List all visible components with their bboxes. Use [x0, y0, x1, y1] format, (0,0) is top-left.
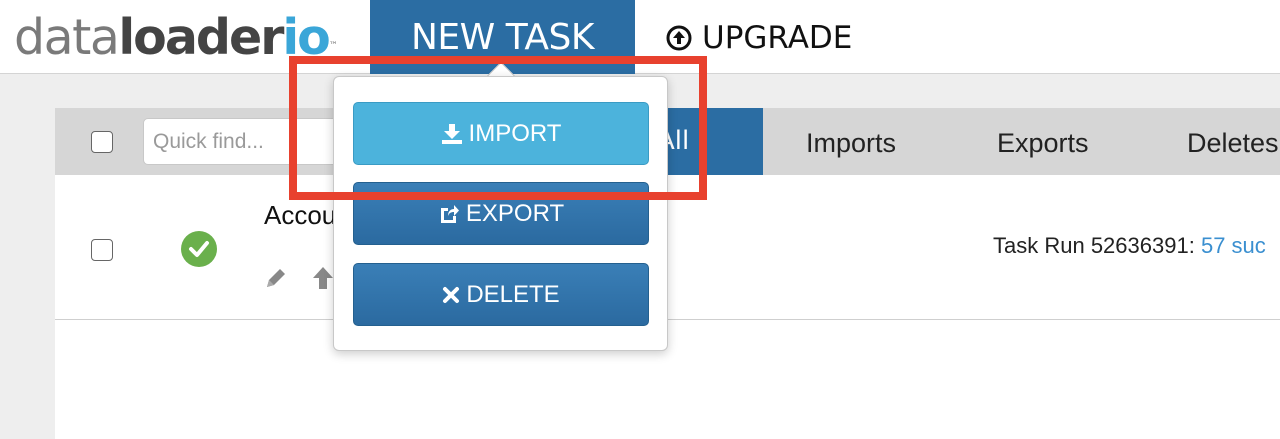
task-row-checkbox[interactable] [91, 239, 113, 261]
logo-text-loader: loader [118, 9, 284, 66]
task-run-result-link[interactable]: 57 suc [1201, 233, 1266, 258]
share-icon [440, 204, 459, 223]
logo-trademark: ™ [328, 41, 338, 51]
delete-button[interactable]: DELETE [353, 263, 649, 326]
tab-imports[interactable]: Imports [806, 108, 896, 175]
task-name[interactable]: Accou [264, 200, 336, 231]
tab-exports[interactable]: Exports [997, 108, 1089, 175]
upgrade-label: UPGRADE [702, 20, 853, 56]
upgrade-link[interactable]: UPGRADE [666, 18, 852, 58]
upgrade-arrow-icon [666, 25, 692, 51]
delete-label: DELETE [466, 280, 560, 308]
pencil-icon[interactable] [263, 265, 289, 291]
task-run-label: Task Run 52636391: [993, 233, 1195, 258]
select-all-checkbox[interactable] [91, 131, 113, 153]
task-run-status: Task Run 52636391: 57 suc [993, 233, 1266, 259]
success-check-icon [181, 231, 217, 267]
close-icon [443, 286, 460, 303]
import-highlight-box [289, 56, 707, 200]
logo-text-data: data [14, 9, 120, 66]
task-row-actions [263, 265, 335, 291]
up-arrow-icon[interactable] [311, 265, 335, 291]
tab-deletes[interactable]: Deletes [1187, 108, 1279, 175]
export-label: EXPORT [465, 199, 565, 227]
